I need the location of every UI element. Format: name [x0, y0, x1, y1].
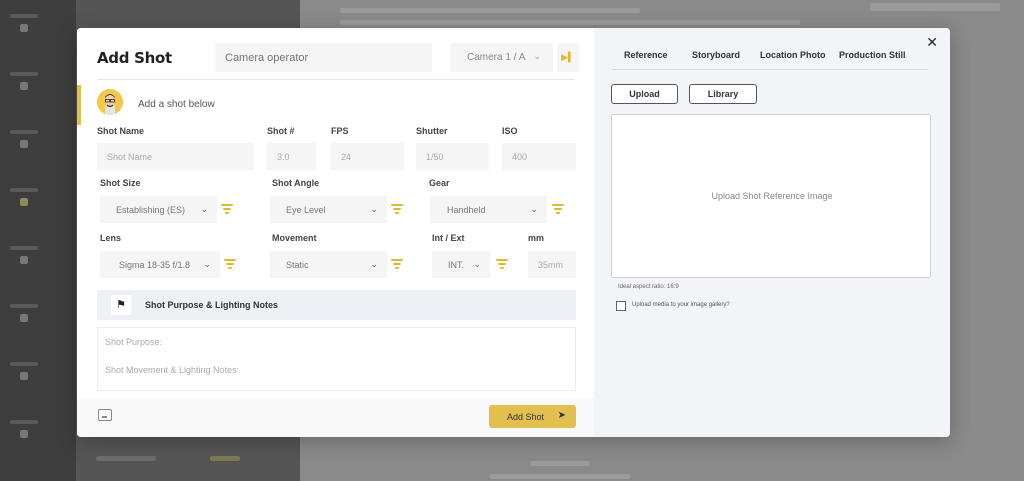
- notes-textarea[interactable]: Shot Purpose: Shot Movement & Lighting N…: [97, 327, 576, 391]
- add-shot-below-text: Add a shot below: [138, 99, 215, 110]
- reference-dropzone[interactable]: Upload Shot Reference Image: [611, 114, 931, 278]
- modal-title: Add Shot: [97, 49, 172, 67]
- skip-next-button[interactable]: ▶▍: [557, 43, 579, 72]
- int-ext-value: INT.: [448, 260, 465, 270]
- shot-number-input[interactable]: 3.0: [267, 143, 316, 170]
- library-button[interactable]: Library: [689, 84, 757, 104]
- purpose-notes-title: Shot Purpose & Lighting Notes: [145, 300, 278, 310]
- reference-tabs: Reference Storyboard Location Photo Prod…: [612, 50, 928, 70]
- background-nav-item: [10, 420, 38, 438]
- iso-input[interactable]: 400: [502, 143, 576, 170]
- chevron-down-icon: ⌄: [533, 51, 541, 61]
- shot-angle-filter-icon[interactable]: [384, 196, 411, 223]
- movement-filter-icon[interactable]: [384, 251, 411, 278]
- shot-purpose-placeholder: Shot Purpose:: [105, 337, 163, 347]
- chevron-down-icon: ⌄: [530, 204, 538, 214]
- shot-size-select[interactable]: Establishing (ES) ⌄: [100, 196, 217, 223]
- shot-form-panel: Add Shot Camera 1 / A ⌄ ▶▍: [77, 28, 594, 437]
- chevron-down-icon: ⌄: [370, 204, 378, 214]
- add-shot-label: Add Shot: [507, 412, 545, 422]
- gear-select[interactable]: Handheld ⌄: [430, 196, 547, 223]
- tab-location-photo[interactable]: Location Photo: [760, 50, 826, 60]
- reference-panel: ✕ Reference Storyboard Location Photo Pr…: [594, 28, 950, 437]
- shot-number-label: Shot #: [267, 126, 295, 136]
- tab-production-still[interactable]: Production Still: [839, 50, 906, 60]
- skip-next-icon: ▶▍: [561, 52, 575, 62]
- shot-angle-select[interactable]: Eye Level ⌄: [270, 196, 387, 223]
- int-ext-label: Int / Ext: [432, 233, 465, 243]
- lens-filter-icon[interactable]: [217, 251, 244, 278]
- movement-value: Static: [286, 260, 309, 270]
- gallery-checkbox-label: Upload media to your image gallery?: [632, 302, 730, 308]
- movement-label: Movement: [272, 233, 317, 243]
- mm-label: mm: [528, 233, 545, 243]
- background-nav-item: [10, 304, 38, 322]
- shot-angle-label: Shot Angle: [272, 178, 320, 188]
- shot-angle-value: Eye Level: [286, 205, 326, 215]
- header-divider: [97, 79, 575, 80]
- int-ext-select[interactable]: INT. ⌄: [432, 251, 490, 278]
- modal-footer: Add Shot ➤: [77, 398, 594, 437]
- gallery-checkbox[interactable]: [616, 301, 626, 311]
- add-shot-button[interactable]: Add Shot ➤: [489, 405, 576, 428]
- shutter-label: Shutter: [416, 126, 448, 136]
- avatar-face-icon: [97, 89, 123, 115]
- active-row-accent: [77, 85, 81, 125]
- camera-operator-input[interactable]: [215, 43, 432, 72]
- dropzone-text: Upload Shot Reference Image: [711, 191, 833, 201]
- int-ext-filter-icon[interactable]: [489, 251, 516, 278]
- gear-value: Handheld: [447, 205, 486, 215]
- camera-select-value: Camera 1 / A: [467, 52, 526, 63]
- shot-name-label: Shot Name: [97, 126, 145, 136]
- shot-size-label: Shot Size: [100, 178, 141, 188]
- background-nav-item: [10, 362, 38, 380]
- fps-input[interactable]: 24: [331, 143, 404, 170]
- tab-reference[interactable]: Reference: [624, 50, 668, 60]
- gear-filter-icon[interactable]: [545, 196, 572, 223]
- shot-size-filter-icon[interactable]: [214, 196, 241, 223]
- chevron-down-icon: ⌄: [203, 259, 211, 269]
- mm-input[interactable]: 35mm: [528, 251, 576, 278]
- tab-storyboard[interactable]: Storyboard: [692, 50, 740, 60]
- upload-button[interactable]: Upload: [611, 84, 678, 104]
- shot-row: Add a shot below: [77, 85, 594, 125]
- lens-value: Sigma 18-35 f/1.8: [119, 260, 191, 270]
- image-icon[interactable]: [98, 409, 112, 421]
- shot-name-input[interactable]: Shot Name: [97, 143, 254, 170]
- shot-size-value: Establishing (ES): [116, 205, 186, 215]
- lens-label: Lens: [100, 233, 122, 243]
- background-nav-item: [10, 130, 38, 148]
- background-sidebar: [0, 0, 76, 481]
- lens-select[interactable]: Sigma 18-35 f/1.8 ⌄: [100, 251, 220, 278]
- iso-label: ISO: [502, 126, 518, 136]
- camera-select[interactable]: Camera 1 / A ⌄: [450, 43, 553, 72]
- background-nav-item: [10, 14, 38, 32]
- send-icon: ➤: [557, 410, 566, 421]
- chevron-down-icon: ⌄: [200, 204, 208, 214]
- shutter-input[interactable]: 1/50: [416, 143, 489, 170]
- avatar: [97, 89, 123, 115]
- flag-icon: ⚑: [111, 295, 131, 315]
- close-icon[interactable]: ✕: [926, 34, 938, 51]
- movement-select[interactable]: Static ⌄: [270, 251, 387, 278]
- shot-movement-notes-placeholder: Shot Movement & Lighting Notes:: [105, 365, 240, 375]
- background-nav-item: [10, 72, 38, 90]
- gear-label: Gear: [429, 178, 450, 188]
- fps-label: FPS: [331, 126, 349, 136]
- chevron-down-icon: ⌄: [370, 259, 378, 269]
- aspect-ratio-hint: Ideal aspect ratio: 16:9: [618, 284, 679, 290]
- chevron-down-icon: ⌄: [473, 259, 481, 269]
- purpose-notes-header[interactable]: ⚑ Shot Purpose & Lighting Notes: [97, 290, 576, 320]
- background-nav-item: [10, 246, 38, 264]
- background-nav-item: [10, 188, 38, 206]
- add-shot-modal: Add Shot Camera 1 / A ⌄ ▶▍: [77, 28, 950, 437]
